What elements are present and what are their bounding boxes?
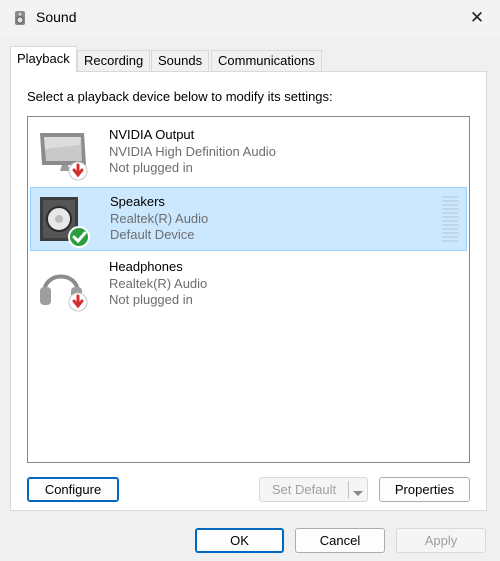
- tab-playback[interactable]: Playback: [10, 46, 77, 72]
- tab-recording[interactable]: Recording: [77, 50, 151, 71]
- set-default-button[interactable]: Set Default: [260, 478, 348, 501]
- device-status: Not plugged in: [109, 292, 193, 307]
- instruction-text: Select a playback device below to modify…: [27, 89, 333, 104]
- tab-sounds[interactable]: Sounds: [151, 50, 210, 71]
- tab-communications[interactable]: Communications: [211, 50, 322, 71]
- close-button[interactable]: ✕: [454, 0, 500, 36]
- volume-level-meter: [442, 196, 458, 244]
- close-icon: ✕: [469, 8, 485, 27]
- monitor-icon: [36, 127, 94, 181]
- device-list[interactable]: NVIDIA Output NVIDIA High Definition Aud…: [27, 116, 470, 463]
- device-name: Speakers: [110, 194, 165, 209]
- device-driver: Realtek(R) Audio: [110, 210, 209, 226]
- device-name: Headphones: [109, 259, 183, 274]
- properties-button[interactable]: Properties: [379, 477, 470, 502]
- apply-button[interactable]: Apply: [396, 528, 486, 553]
- configure-button[interactable]: Configure: [27, 477, 119, 502]
- playback-panel: Select a playback device below to modify…: [10, 71, 487, 511]
- sound-dialog: Sound ✕ Playback Recording Sounds Commun…: [0, 0, 500, 561]
- device-name: NVIDIA Output: [109, 127, 195, 142]
- device-driver: NVIDIA High Definition Audio: [109, 143, 276, 159]
- title-bar[interactable]: Sound ✕: [0, 0, 500, 36]
- window-title: Sound: [36, 9, 77, 25]
- device-item-speakers[interactable]: Speakers Realtek(R) Audio Default Device: [30, 187, 467, 251]
- device-driver: Realtek(R) Audio: [109, 275, 208, 291]
- default-check-badge: [68, 226, 90, 248]
- split-divider: [348, 481, 349, 498]
- headphones-icon: [36, 259, 94, 313]
- device-status: Default Device: [110, 227, 195, 242]
- cancel-button[interactable]: Cancel: [295, 528, 385, 553]
- dropdown-arrow-icon[interactable]: [352, 486, 364, 501]
- device-item-nvidia-output[interactable]: NVIDIA Output NVIDIA High Definition Aud…: [30, 121, 467, 185]
- device-status: Not plugged in: [109, 160, 193, 175]
- speaker-icon: [37, 194, 95, 248]
- ok-button[interactable]: OK: [195, 528, 284, 553]
- set-default-split-button[interactable]: Set Default: [259, 477, 368, 502]
- speaker-icon: [12, 10, 28, 26]
- device-item-headphones[interactable]: Headphones Realtek(R) Audio Not plugged …: [30, 253, 467, 317]
